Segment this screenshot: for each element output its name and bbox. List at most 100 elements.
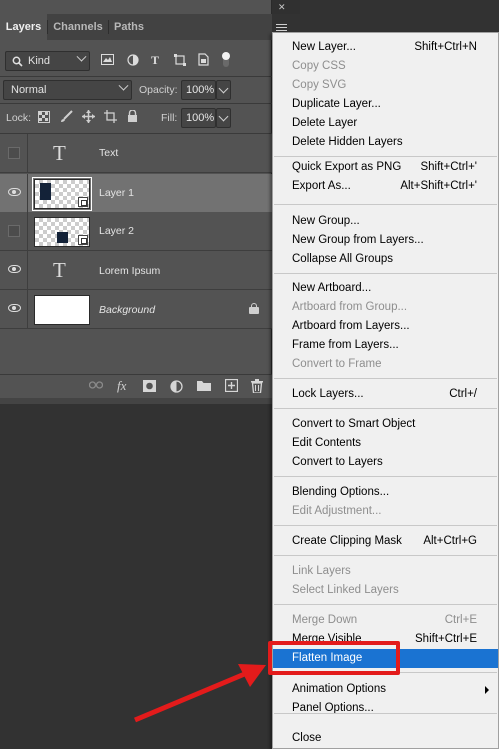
menu-item-label: Select Linked Layers: [292, 584, 399, 596]
menu-item-shortcut: Alt+Shift+Ctrl+': [400, 180, 477, 192]
menu-item-shortcut: Shift+Ctrl+E: [415, 633, 477, 645]
menu-item-label: Duplicate Layer...: [292, 98, 381, 110]
menu-item-close[interactable]: Close: [273, 729, 498, 748]
blend-mode-dropdown[interactable]: Normal: [3, 80, 132, 100]
menu-separator: [274, 408, 497, 409]
fill-field[interactable]: 100%: [181, 108, 216, 128]
filter-toggle-switch[interactable]: [220, 51, 232, 69]
tab-paths[interactable]: Paths: [109, 14, 149, 40]
menu-item-frame-from-layers[interactable]: Frame from Layers...: [273, 336, 498, 355]
layer-name: Layer 2: [99, 225, 135, 237]
menu-item-label: Artboard from Group...: [292, 301, 408, 313]
menu-item-convert-to-smart-object[interactable]: Convert to Smart Object: [273, 415, 498, 434]
visibility-toggle[interactable]: [0, 251, 28, 289]
visibility-toggle[interactable]: [0, 290, 28, 328]
tab-channels[interactable]: Channels: [48, 14, 108, 40]
menu-item-blending-options[interactable]: Blending Options...: [273, 483, 498, 502]
opacity-dropdown-button[interactable]: [216, 80, 231, 100]
layer-row-lorem-ipsum[interactable]: T Lorem Ipsum: [0, 251, 272, 290]
lock-artboard-icon[interactable]: [104, 110, 117, 123]
menu-item-label: Convert to Layers: [292, 456, 383, 468]
menu-item-delete-hidden-layers[interactable]: Delete Hidden Layers: [273, 133, 498, 152]
filter-kind-dropdown[interactable]: Kind: [5, 51, 90, 71]
menu-item-export-as[interactable]: Export As... Alt+Shift+Ctrl+': [273, 177, 498, 196]
lock-position-icon[interactable]: [82, 110, 95, 123]
layers-panel: Layers Channels Paths Kind T Normal Opac…: [0, 0, 272, 404]
visibility-toggle[interactable]: [0, 212, 28, 250]
adjustment-icon[interactable]: [170, 380, 183, 393]
menu-item-merge-down: Merge Down Ctrl+E: [273, 611, 498, 630]
menu-item-label: Copy CSS: [292, 60, 346, 72]
menu-item-label: New Layer...: [292, 41, 356, 53]
menu-item-convert-to-layers[interactable]: Convert to Layers: [273, 453, 498, 472]
visibility-toggle[interactable]: [0, 134, 28, 172]
menu-item-shortcut: Shift+Ctrl+': [420, 161, 477, 173]
menu-item-lock-layers[interactable]: Lock Layers... Ctrl+/: [273, 385, 498, 404]
menu-item-label: Create Clipping Mask: [292, 535, 402, 547]
layer-row-layer-1[interactable]: Layer 1: [0, 174, 272, 213]
type-filter-icon[interactable]: T: [151, 54, 159, 66]
lock-row: Lock: Fill: 100%: [0, 108, 272, 128]
new-layer-icon[interactable]: [225, 379, 238, 392]
thumbnail-shape: [57, 232, 68, 243]
menu-item-shortcut: Ctrl+E: [444, 614, 477, 626]
menu-item-collapse-all-groups[interactable]: Collapse All Groups: [273, 250, 498, 269]
menu-item-delete-layer[interactable]: Delete Layer: [273, 114, 498, 133]
layer-name: Background: [99, 304, 156, 316]
smart-object-badge-icon: [78, 197, 88, 207]
menu-separator: [274, 555, 497, 556]
layer-thumbnail[interactable]: [32, 177, 92, 211]
visibility-toggle[interactable]: [0, 174, 28, 212]
pixel-filter-icon[interactable]: [101, 54, 114, 65]
close-panel-icon[interactable]: ✕: [278, 2, 286, 13]
layer-name: Text: [99, 147, 119, 159]
menu-item-new-group[interactable]: New Group...: [273, 212, 498, 231]
menu-item-animation-options[interactable]: Animation Options: [273, 680, 498, 699]
adjustment-filter-icon[interactable]: [127, 54, 139, 66]
thumbnail-shape: [40, 183, 51, 200]
menu-item-label: New Artboard...: [292, 282, 372, 294]
menu-item-panel-options[interactable]: Panel Options...: [273, 699, 498, 718]
menu-item-edit-adjustment: Edit Adjustment...: [273, 502, 498, 521]
lock-transparent-pixels-icon[interactable]: [38, 111, 50, 123]
layer-row-layer-2[interactable]: Layer 2: [0, 212, 272, 251]
layer-thumbnail[interactable]: [34, 295, 90, 325]
menu-item-quick-export-as-png[interactable]: Quick Export as PNG Shift+Ctrl+': [273, 158, 498, 177]
menu-item-artboard-from-layers[interactable]: Artboard from Layers...: [273, 317, 498, 336]
menu-item-edit-contents[interactable]: Edit Contents: [273, 434, 498, 453]
layer-row-background[interactable]: Background: [0, 290, 272, 329]
fill-dropdown-button[interactable]: [216, 108, 231, 128]
menu-item-label: Link Layers: [292, 565, 351, 577]
menu-item-copy-svg: Copy SVG: [273, 76, 498, 95]
menu-item-label: Collapse All Groups: [292, 253, 393, 265]
menu-item-label: Quick Export as PNG: [292, 161, 402, 173]
menu-item-new-group-from-layers[interactable]: New Group from Layers...: [273, 231, 498, 250]
panel-resize-strip[interactable]: [0, 398, 272, 404]
menu-item-label: Animation Options: [292, 683, 386, 695]
folder-icon[interactable]: [197, 380, 211, 391]
trash-icon[interactable]: [251, 379, 263, 393]
shape-filter-icon[interactable]: [174, 54, 186, 66]
menu-item-new-layer[interactable]: New Layer... Shift+Ctrl+N: [273, 38, 498, 57]
menu-separator: [274, 525, 497, 526]
menu-item-new-artboard[interactable]: New Artboard...: [273, 279, 498, 298]
lock-image-pixels-icon[interactable]: [60, 110, 73, 123]
layer-row-text[interactable]: T Text: [0, 134, 272, 173]
tab-layers[interactable]: Layers: [0, 14, 47, 40]
smart-object-filter-icon[interactable]: [198, 53, 209, 66]
link-icon[interactable]: [89, 381, 103, 389]
fill-label: Fill:: [161, 112, 178, 124]
menu-item-create-clipping-mask[interactable]: Create Clipping Mask Alt+Ctrl+G: [273, 532, 498, 551]
menu-item-label: Close: [292, 732, 322, 744]
opacity-label: Opacity:: [139, 84, 178, 96]
mask-icon[interactable]: [143, 380, 156, 392]
lock-all-icon[interactable]: [127, 110, 138, 123]
menu-item-label: Artboard from Layers...: [292, 320, 410, 332]
menu-item-duplicate-layer[interactable]: Duplicate Layer...: [273, 95, 498, 114]
layer-thumbnail[interactable]: [34, 217, 90, 247]
fx-icon[interactable]: fx: [117, 379, 126, 393]
opacity-field[interactable]: 100%: [181, 80, 216, 100]
menu-item-shortcut: Shift+Ctrl+N: [414, 41, 477, 53]
menu-item-label: New Group...: [292, 215, 360, 227]
layer-name: Layer 1: [99, 187, 135, 199]
